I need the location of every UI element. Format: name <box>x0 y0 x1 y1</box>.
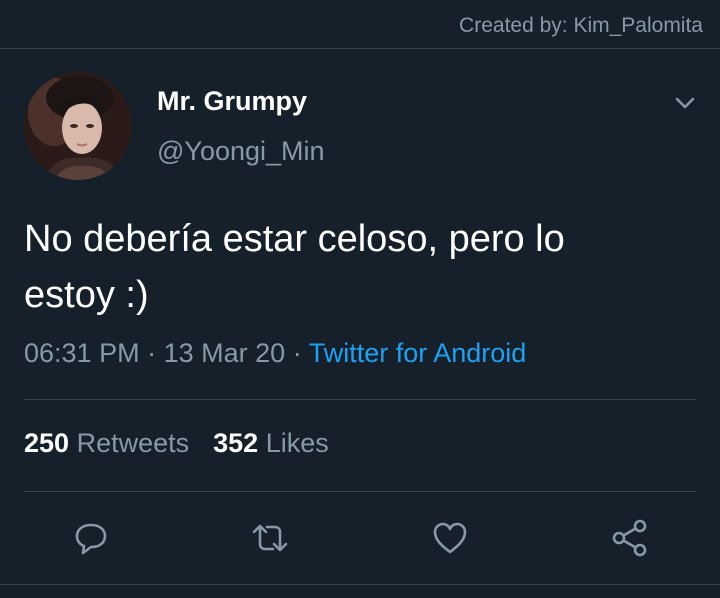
stats-divider <box>24 491 696 492</box>
display-name[interactable]: Mr. Grumpy <box>157 86 307 117</box>
share-icon[interactable] <box>610 518 650 558</box>
retweet-icon[interactable] <box>250 518 290 558</box>
tweet-time[interactable]: 06:31 PM <box>24 338 140 368</box>
tweet-text-line: No debería estar celoso, pero lo <box>24 218 565 260</box>
footer-divider <box>0 584 720 585</box>
tweet-text-line: estoy :) <box>24 274 149 316</box>
tweet-meta: 06:31 PM · 13 Mar 20 · Twitter for Andro… <box>24 338 526 369</box>
avatar-photo <box>24 72 132 180</box>
tweet-text: No debería estar celoso, pero lo estoy :… <box>24 211 684 323</box>
heart-icon[interactable] <box>430 518 470 558</box>
retweets-label: Retweets <box>76 428 190 458</box>
likes-label: Likes <box>265 428 329 458</box>
tweet-source-link[interactable]: Twitter for Android <box>309 338 527 368</box>
meta-divider <box>24 399 696 400</box>
chevron-down-icon[interactable] <box>672 90 698 116</box>
header-divider <box>0 48 720 49</box>
meta-separator: · <box>147 338 157 368</box>
meta-separator: · <box>292 338 302 368</box>
retweets-count: 250 <box>24 428 70 458</box>
tweet-stats: 250 Retweets 352 Likes <box>24 428 329 459</box>
likes-stat[interactable]: 352 Likes <box>213 428 329 458</box>
likes-count: 352 <box>213 428 259 458</box>
tweet-actions <box>0 518 720 558</box>
user-handle[interactable]: @Yoongi_Min <box>157 136 325 167</box>
creator-credit: Created by: Kim_Palomita <box>459 14 703 37</box>
avatar[interactable] <box>24 72 132 180</box>
tweet-date[interactable]: 13 Mar 20 <box>164 338 286 368</box>
reply-icon[interactable] <box>71 518 111 558</box>
retweets-stat[interactable]: 250 Retweets <box>24 428 189 458</box>
